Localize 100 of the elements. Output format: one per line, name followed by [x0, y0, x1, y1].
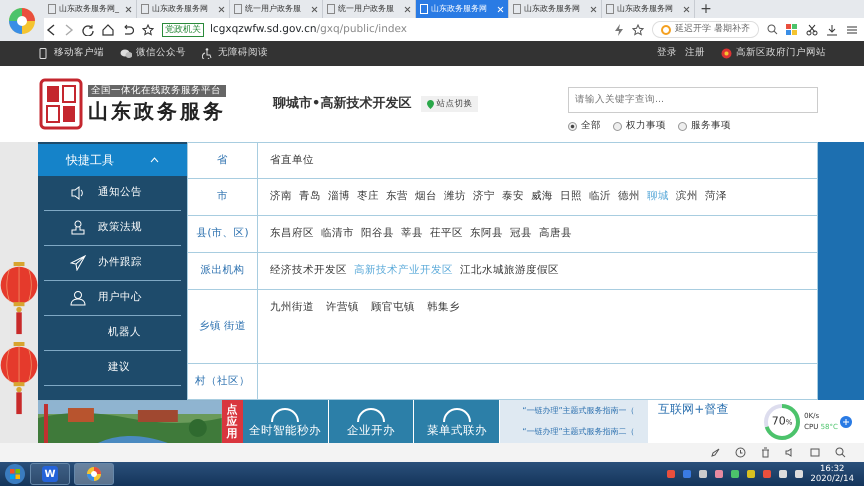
- access-icon: [202, 48, 214, 59]
- radio-label[interactable]: 服务事项: [691, 118, 731, 134]
- region-link[interactable]: 高唐县: [539, 226, 572, 242]
- top-link[interactable]: 移动客户端: [54, 46, 104, 61]
- region-link[interactable]: 省直单位: [270, 152, 314, 168]
- login-link[interactable]: 登录: [657, 46, 677, 61]
- close-icon[interactable]: [311, 6, 318, 12]
- region-link[interactable]: 许营镇: [326, 300, 359, 316]
- region-link[interactable]: 临清市: [321, 226, 354, 242]
- page-icon: [606, 4, 614, 14]
- region-link[interactable]: 枣庄: [357, 189, 379, 205]
- row-label: 乡镇 街道: [188, 290, 258, 363]
- region-link[interactable]: 冠县: [510, 226, 532, 242]
- region-link[interactable]: 菏泽: [705, 189, 727, 205]
- plus-icon[interactable]: [840, 416, 852, 428]
- radio-button[interactable]: [568, 122, 577, 130]
- sidebar-item[interactable]: 办件跟踪: [44, 246, 181, 281]
- start-button-icon[interactable]: [4, 463, 26, 485]
- star-icon[interactable]: [142, 24, 154, 36]
- top-link[interactable]: 微信公众号: [136, 46, 186, 61]
- new-tab-button[interactable]: +: [695, 0, 717, 18]
- sidebar-item[interactable]: 用户中心: [44, 281, 181, 316]
- region-link[interactable]: 东昌府区: [270, 226, 314, 242]
- menu-icon[interactable]: [846, 24, 858, 36]
- guide-link[interactable]: “一链办理”主题式服务指南一（: [522, 404, 648, 417]
- page-icon: [234, 4, 242, 14]
- apps-icon[interactable]: [786, 24, 798, 36]
- region-link[interactable]: 青岛: [299, 189, 321, 205]
- url-text: lcgxqzwfw.sd.gov.cn/gxq/public/index: [210, 22, 408, 37]
- taskbar-app[interactable]: [74, 463, 114, 485]
- region-link[interactable]: 淄博: [328, 189, 350, 205]
- site-switch-button[interactable]: 站点切换: [421, 96, 478, 112]
- sidebar-item[interactable]: 通知公告: [44, 176, 181, 211]
- region-link[interactable]: 德州: [618, 189, 640, 205]
- radio-label[interactable]: 全部: [581, 118, 601, 134]
- clock-time: 16:32: [818, 464, 846, 474]
- radio-label[interactable]: 权力事项: [626, 118, 666, 134]
- search-icon[interactable]: [767, 24, 778, 35]
- star-icon[interactable]: [632, 24, 644, 36]
- browser-tab[interactable]: 山东政务服务网: [416, 0, 509, 18]
- stamp-icon: [70, 220, 86, 236]
- region-link[interactable]: 济宁: [473, 189, 495, 205]
- region-link[interactable]: 阳谷县: [361, 226, 394, 242]
- region-link[interactable]: 济南: [270, 189, 292, 205]
- page-icon: [48, 4, 56, 14]
- service-tile[interactable]: 菜单式联办: [414, 400, 500, 443]
- service-tile[interactable]: 全时智能秒办: [242, 400, 329, 443]
- radio-button[interactable]: [613, 122, 622, 130]
- region-link[interactable]: 经济技术开发区: [270, 263, 347, 279]
- home-icon[interactable]: [102, 24, 114, 36]
- search-field[interactable]: 请输入关键字查询...: [568, 86, 818, 113]
- refresh-icon[interactable]: [82, 24, 94, 36]
- region-link[interactable]: 临沂: [589, 189, 611, 205]
- guide-link[interactable]: “一链办理”主题式服务指南二（: [522, 426, 648, 438]
- sidebar-header[interactable]: 快捷工具: [38, 144, 187, 176]
- region-link[interactable]: 东阿县: [470, 226, 503, 242]
- top-link[interactable]: 无障碍阅读: [218, 46, 268, 61]
- speaker-icon: [70, 185, 86, 201]
- register-link[interactable]: 注册: [685, 46, 705, 61]
- region-link[interactable]: 东营: [386, 189, 408, 205]
- trash-icon[interactable]: [760, 447, 771, 458]
- back-icon[interactable]: [46, 24, 56, 36]
- sidebar-item[interactable]: 政策法规: [44, 211, 181, 246]
- seal-icon: [38, 77, 84, 131]
- region-link[interactable]: 烟台: [415, 189, 437, 205]
- user-icon: [70, 290, 86, 306]
- region-link[interactable]: 茌平区: [430, 226, 463, 242]
- sidebar-item[interactable]: 建议: [44, 351, 181, 386]
- region-link[interactable]: 莘县: [401, 226, 423, 242]
- region-link[interactable]: 泰安: [502, 189, 524, 205]
- close-icon[interactable]: [404, 6, 411, 12]
- clock-icon[interactable]: [735, 447, 746, 458]
- undo-icon[interactable]: [122, 24, 134, 36]
- search-icon[interactable]: [835, 447, 846, 458]
- region-link[interactable]: 威海: [531, 189, 553, 205]
- region-link[interactable]: 江北水城旅游度假区: [460, 263, 559, 279]
- close-icon[interactable]: [683, 6, 690, 12]
- scissors-icon[interactable]: [806, 24, 818, 36]
- lightning-icon[interactable]: [614, 24, 624, 36]
- region-link[interactable]: 潍坊: [444, 189, 466, 205]
- radio-button[interactable]: [678, 122, 687, 130]
- close-icon[interactable]: [218, 6, 225, 12]
- portal-link[interactable]: 高新区政府门户网站: [736, 46, 826, 61]
- region-title: 聊城市•高新技术开发区: [273, 94, 412, 114]
- close-icon[interactable]: [590, 6, 597, 12]
- download-icon[interactable]: [826, 24, 838, 36]
- region-link[interactable]: 韩集乡: [427, 300, 460, 316]
- taskbar-app[interactable]: W: [30, 463, 70, 485]
- window-icon[interactable]: [810, 447, 821, 458]
- site-name: 山东政务服务: [88, 99, 226, 123]
- sidebar-item[interactable]: 机器人: [44, 316, 181, 351]
- address-bar[interactable]: 党政机关 lcgxqzwfw.sd.gov.cn/gxq/public/index: [162, 20, 606, 39]
- region-link[interactable]: 顾官屯镇: [371, 300, 415, 316]
- region-link[interactable]: 滨州: [676, 189, 698, 205]
- region-link[interactable]: 九州街道: [270, 300, 314, 316]
- close-icon[interactable]: [125, 6, 132, 12]
- row-label: 市: [188, 179, 258, 215]
- region-link[interactable]: 日照: [560, 189, 582, 205]
- service-tile[interactable]: 企业开办: [328, 400, 414, 443]
- paper-plane-icon: [70, 255, 86, 271]
